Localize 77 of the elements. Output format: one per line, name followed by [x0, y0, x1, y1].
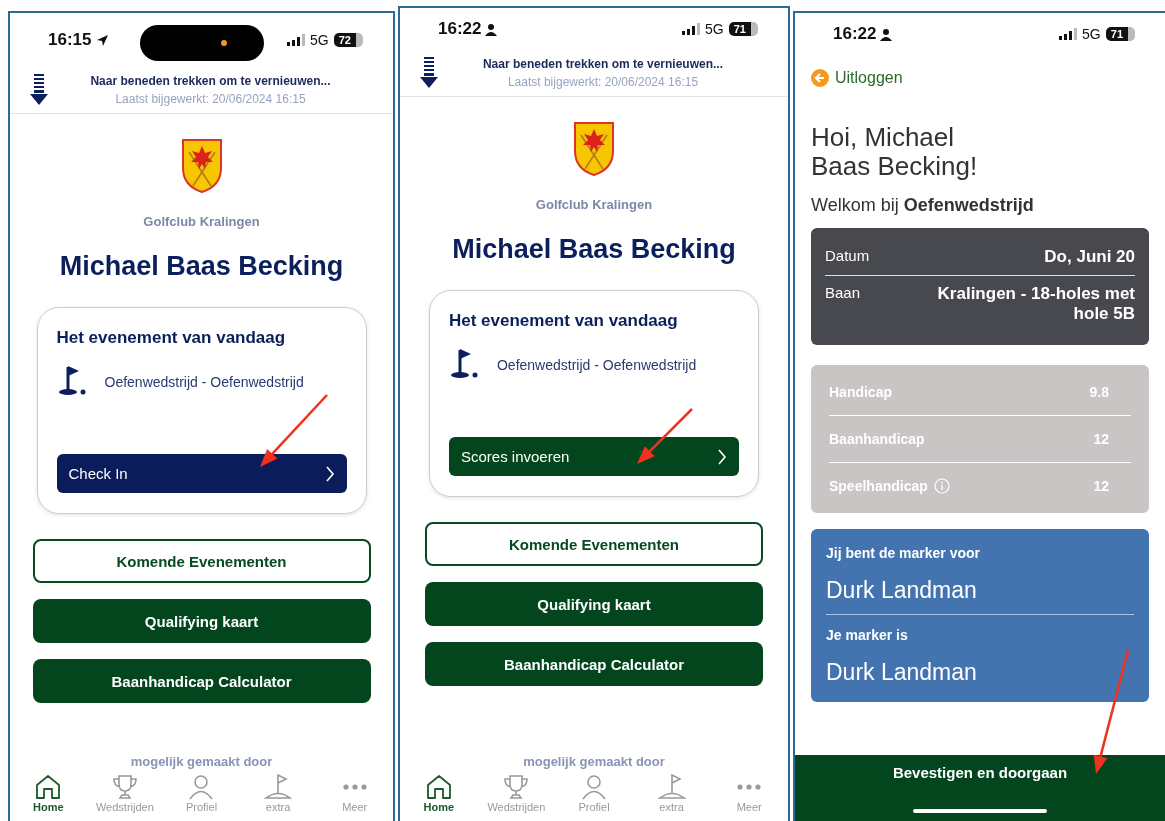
event-action-button[interactable]: Check In: [56, 454, 347, 493]
handicap-value: 12: [1093, 431, 1109, 447]
marker-label: Je marker is: [826, 627, 909, 643]
signal-icon: [1059, 28, 1078, 40]
person-icon: [580, 773, 608, 801]
footer-text: mogelijk gemaakt door: [523, 754, 665, 769]
greeting-heading: Hoi, Michael Baas Becking!: [811, 123, 979, 181]
network-label: 5G: [310, 32, 329, 48]
home-icon: [34, 773, 63, 801]
event-card-title: Het evenement van vandaag: [56, 328, 287, 348]
club-crest-logo: [180, 138, 223, 194]
club-crest-logo: [573, 121, 615, 177]
home-icon: [424, 773, 453, 801]
person-icon: [187, 773, 216, 801]
handicap-label: Speelhandicap: [829, 478, 928, 494]
detail-value: Kralingen - 18-holes met hole 5B: [936, 284, 1135, 324]
menu-button[interactable]: Baanhandicap Calculator: [425, 642, 763, 686]
trophy-icon: [110, 773, 139, 801]
menu-button[interactable]: Baanhandicap Calculator: [32, 659, 371, 703]
handicap-value: 9.8: [1089, 384, 1109, 400]
event-name: Oefenwedstrijd - Oefenwedstrijd: [497, 357, 697, 373]
detail-label: Datum: [825, 247, 870, 266]
battery-indicator: 71: [1105, 27, 1135, 41]
footer-text: mogelijk gemaakt door: [130, 754, 273, 769]
player-name: Michael Baas Becking: [452, 234, 736, 265]
chevron-right-icon: [324, 465, 335, 482]
trophy-icon: [502, 773, 531, 801]
handicap-label: Baanhandicap: [829, 431, 925, 447]
clock-time: 16:15: [48, 30, 92, 50]
signal-icon: [682, 23, 701, 35]
network-label: 5G: [1082, 26, 1101, 42]
pull-down-arrow-icon: [30, 74, 48, 106]
network-label: 5G: [705, 21, 724, 37]
marker-label: Jij bent de marker voor: [826, 545, 982, 561]
person-icon: [485, 22, 498, 36]
logout-link[interactable]: Uitloggen: [811, 69, 1149, 87]
clock-time: 16:22: [438, 19, 482, 39]
confirm-button[interactable]: Bevestigen en doorgaan: [795, 755, 1165, 821]
event-card-title: Het evenement van vandaag: [449, 311, 679, 331]
handicap-label: Handicap: [829, 384, 892, 400]
detail-value: Do, Juni 20: [1044, 247, 1135, 267]
golf-flag-icon: [56, 364, 87, 396]
person-icon: [880, 27, 893, 41]
menu-button[interactable]: Qualifying kaart: [425, 582, 763, 626]
golf-flag-icon: [264, 773, 293, 801]
info-icon[interactable]: [933, 478, 950, 494]
battery-indicator: 71: [728, 22, 758, 36]
welcome-text: Welkom bij Oefenwedstrijd: [811, 195, 1035, 216]
event-action-button[interactable]: Scores invoeren: [449, 437, 739, 476]
refresh-hint: Naar beneden trekken om te vernieuwen...: [481, 57, 725, 71]
player-name: Michael Baas Becking: [59, 251, 344, 282]
last-updated: Laatst bijgewerkt: 20/06/2024 16:15: [506, 75, 700, 89]
golf-flag-icon: [657, 773, 686, 801]
menu-button[interactable]: Komende Evenementen: [425, 522, 763, 566]
more-icon: [342, 784, 367, 790]
marker-name: Durk Landman: [826, 659, 978, 686]
detail-label: Baan: [825, 284, 861, 303]
location-arrow-icon: [95, 33, 110, 47]
handicap-value: 12: [1093, 478, 1109, 494]
battery-indicator: 72: [333, 33, 363, 47]
tab-bar-item[interactable]: Home: [403, 773, 474, 821]
refresh-hint: Naar beneden trekken om te vernieuwen...: [89, 74, 332, 88]
club-name: Golfclub Kralingen: [535, 197, 653, 212]
last-updated: Laatst bijgewerkt: 20/06/2024 16:15: [114, 92, 307, 106]
signal-icon: [287, 34, 306, 46]
clock-time: 16:22: [833, 24, 877, 44]
golf-flag-icon: [449, 347, 479, 379]
club-name: Golfclub Kralingen: [143, 214, 260, 229]
more-icon: [737, 784, 762, 790]
pull-down-arrow-icon: [420, 57, 438, 89]
back-arrow-icon: [811, 69, 829, 87]
event-name: Oefenwedstrijd - Oefenwedstrijd: [104, 374, 304, 390]
tab-bar-item[interactable]: Home: [13, 773, 84, 821]
marker-name: Durk Landman: [826, 577, 978, 604]
menu-button[interactable]: Qualifying kaart: [32, 599, 371, 643]
menu-button[interactable]: Komende Evenementen: [32, 539, 371, 583]
chevron-right-icon: [717, 448, 727, 465]
